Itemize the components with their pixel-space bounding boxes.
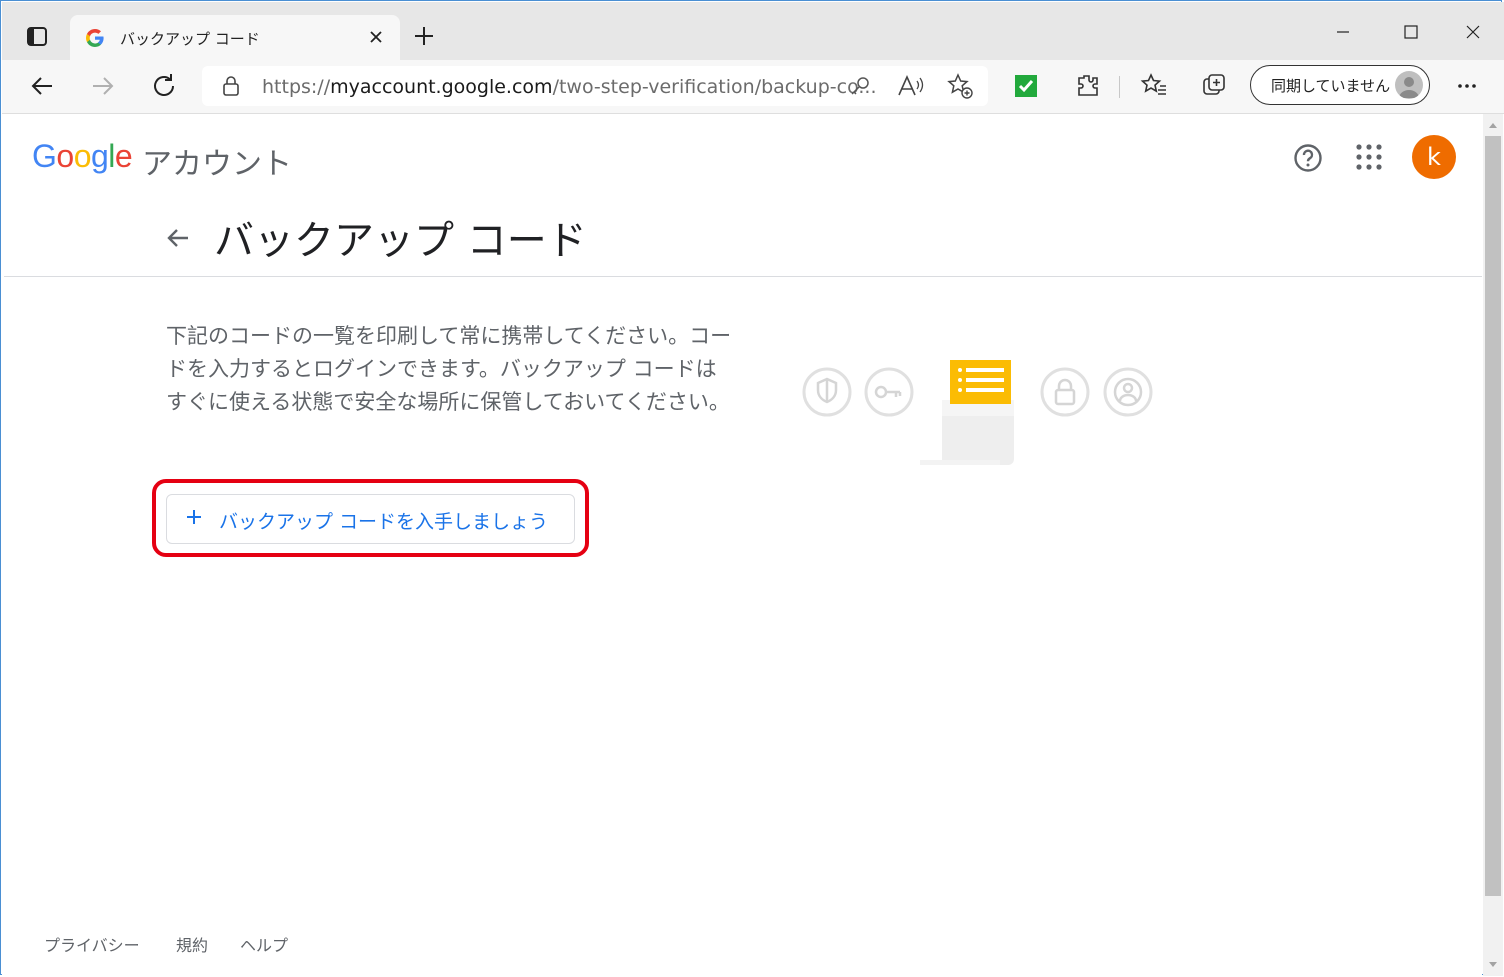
back-icon[interactable]: [26, 70, 58, 102]
page-content: Google アカウント k バックアップ コード 下記のコードの一覧を印刷して…: [2, 114, 1482, 976]
scrollbar-thumb[interactable]: [1485, 136, 1501, 896]
tab-strip: バックアップ コード: [2, 2, 1504, 62]
apps-grid-icon[interactable]: [1354, 142, 1384, 172]
browser-window: バックアップ コード https://myaccount.google.com/…: [0, 0, 1504, 976]
key-icon[interactable]: [848, 75, 872, 99]
description-text: 下記のコードの一覧を印刷して常に携帯してください。コードを入力するとログインでき…: [166, 324, 732, 414]
extension-check-icon[interactable]: [1010, 70, 1042, 102]
refresh-icon[interactable]: [148, 70, 180, 102]
page-title: バックアップ コード: [214, 218, 587, 264]
header-divider: [4, 276, 1482, 277]
read-aloud-icon[interactable]: [896, 74, 924, 98]
tab-title: バックアップ コード: [120, 30, 260, 48]
favorites-icon[interactable]: [1138, 70, 1170, 102]
backup-codes-illustration: [800, 354, 1160, 469]
google-logo[interactable]: Google: [32, 138, 133, 175]
google-favicon-icon: [86, 29, 104, 47]
sync-profile-button[interactable]: 同期していません: [1250, 65, 1430, 105]
new-tab-icon[interactable]: [410, 22, 438, 50]
more-options-icon[interactable]: [1452, 70, 1484, 102]
browser-tab[interactable]: バックアップ コード: [70, 15, 400, 62]
address-bar[interactable]: https://myaccount.google.com/two-step-ve…: [202, 66, 988, 106]
add-favorite-icon[interactable]: [946, 72, 974, 100]
back-arrow-icon[interactable]: [162, 222, 194, 254]
scroll-down-icon[interactable]: [1487, 960, 1499, 970]
forward-icon[interactable]: [87, 70, 119, 102]
account-label: アカウント: [142, 147, 292, 182]
tab-actions-icon[interactable]: [20, 20, 54, 54]
maximize-icon[interactable]: [1388, 18, 1434, 48]
plus-icon: [183, 506, 205, 528]
sync-label: 同期していません: [1271, 77, 1391, 95]
scroll-up-icon[interactable]: [1487, 120, 1499, 130]
profile-avatar-icon: [1395, 71, 1423, 99]
footer-help-link[interactable]: ヘルプ: [240, 932, 288, 956]
browser-toolbar: https://myaccount.google.com/two-step-ve…: [2, 60, 1504, 114]
get-backup-codes-label: バックアップ コードを入手しましょう: [219, 511, 549, 533]
tab-close-icon[interactable]: [366, 27, 386, 47]
extensions-icon[interactable]: [1071, 70, 1103, 102]
lock-icon[interactable]: [220, 75, 242, 97]
url-text[interactable]: https://myaccount.google.com/two-step-ve…: [262, 76, 877, 98]
help-icon[interactable]: [1292, 142, 1324, 174]
footer-privacy-link[interactable]: プライバシー: [44, 932, 140, 956]
minimize-icon[interactable]: [1320, 18, 1366, 48]
footer-terms-link[interactable]: 規約: [176, 932, 208, 956]
window-close-icon[interactable]: [1450, 18, 1496, 48]
collections-icon[interactable]: [1198, 70, 1230, 102]
get-backup-codes-button[interactable]: バックアップ コードを入手しましょう: [166, 494, 575, 544]
account-avatar[interactable]: k: [1412, 135, 1456, 179]
toolbar-divider: [1119, 76, 1120, 98]
vertical-scrollbar[interactable]: [1483, 114, 1503, 976]
